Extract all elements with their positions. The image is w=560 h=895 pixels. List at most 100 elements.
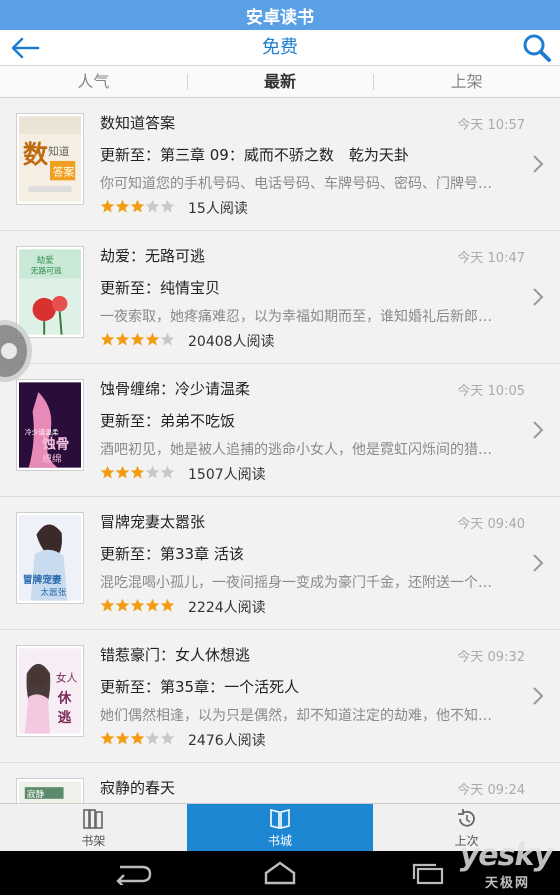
chevron-right-icon <box>533 155 544 173</box>
star-filled-icon <box>115 598 130 612</box>
tab-popular[interactable]: 人气 <box>0 66 187 97</box>
star-filled-icon <box>100 598 115 612</box>
star-empty-icon <box>145 465 160 479</box>
svg-text:冒牌宠妻: 冒牌宠妻 <box>23 573 62 586</box>
book-description: 她们偶然相逢，以为只是偶然，却不知道注定的劫难，他不知… <box>100 708 492 724</box>
app-screen: 安卓读书 免费 人气 最新 上架 数知道 答案 数知道答案 今天 10:57 更新… <box>0 0 560 895</box>
history-icon <box>457 809 475 827</box>
book-title: 寂静的春天 <box>100 779 176 797</box>
star-empty-icon <box>145 199 160 213</box>
watermark-brand: yesky <box>459 838 553 873</box>
rating-stars <box>100 731 175 747</box>
nav-label: 书城 <box>268 834 293 848</box>
app-title: 安卓读书 <box>246 7 314 28</box>
read-count: 2224人阅读 <box>188 600 266 616</box>
star-filled-icon <box>130 199 145 213</box>
book-cover: 冷少请温柔 蚀骨 缠绵 <box>16 379 84 471</box>
book-cover: 数知道答案 <box>16 113 84 205</box>
read-count: 1507人阅读 <box>188 467 266 483</box>
star-filled-icon <box>115 465 130 479</box>
book-cover: 女人休逃 <box>16 645 84 737</box>
update-time: 今天 10:57 <box>457 118 525 133</box>
bookstore-icon <box>270 808 290 830</box>
chevron-right-icon <box>533 421 544 439</box>
book-cover: 冒牌宠妻 太嚣张 <box>16 512 84 604</box>
star-filled-icon <box>130 598 145 612</box>
tab-bar: 人气 最新 上架 <box>0 66 560 98</box>
star-filled-icon <box>130 332 145 346</box>
latest-chapter: 更新至：第35章：一个活死人 <box>100 678 300 696</box>
tab-newly-listed[interactable]: 上架 <box>373 66 560 97</box>
book-description: 一夜索取，她疼痛难忍，以为幸福如期而至，谁知婚礼后新郎… <box>100 309 492 325</box>
chevron-right-icon <box>533 687 544 705</box>
latest-chapter: 更新至：第三章 09：威而不骄之数 乾为天卦 <box>100 146 409 164</box>
system-home-icon[interactable] <box>262 861 298 885</box>
nav-label: 书架 <box>81 834 106 848</box>
book-title: 错惹豪门：女人休想逃 <box>100 646 251 664</box>
svg-text:知道: 知道 <box>48 145 70 158</box>
svg-text:数: 数 <box>23 139 49 169</box>
svg-text:女人: 女人 <box>56 671 78 684</box>
book-description: 酒吧初见，她是被人追捕的逃命小女人，他是霓虹闪烁间的猎… <box>100 442 492 458</box>
star-filled-icon <box>115 332 130 346</box>
read-count: 20408人阅读 <box>188 334 275 350</box>
nav-bookshelf[interactable]: 书架 <box>0 804 187 851</box>
update-time: 今天 10:05 <box>457 384 525 399</box>
star-filled-icon <box>115 199 130 213</box>
search-icon[interactable] <box>520 32 552 64</box>
star-empty-icon <box>160 465 175 479</box>
read-count: 2476人阅读 <box>188 733 266 749</box>
star-filled-icon <box>145 332 160 346</box>
star-filled-icon <box>100 332 115 346</box>
book-title: 数知道答案 <box>100 114 176 132</box>
svg-text:劫爱: 劫爱 <box>36 254 54 266</box>
star-empty-icon <box>160 332 175 346</box>
star-filled-icon <box>145 598 160 612</box>
star-filled-icon <box>160 598 175 612</box>
bookshelf-icon <box>83 809 104 829</box>
star-empty-icon <box>160 199 175 213</box>
watermark-logo: yesky 天极网 <box>459 838 553 891</box>
book-list[interactable]: 数知道 答案 数知道答案 今天 10:57 更新至：第三章 09：威而不骄之数 乾… <box>0 98 560 803</box>
chevron-right-icon <box>533 288 544 306</box>
system-back-icon[interactable] <box>110 861 154 885</box>
update-time: 今天 09:24 <box>457 783 525 798</box>
book-title: 劫爱：无路可逃 <box>100 247 206 265</box>
star-filled-icon <box>115 731 130 745</box>
book-cover: 寂静 <box>16 778 84 803</box>
book-list-item[interactable]: 数知道 答案 数知道答案 今天 10:57 更新至：第三章 09：威而不骄之数 乾… <box>0 98 560 231</box>
update-time: 今天 09:40 <box>457 517 525 532</box>
update-time: 今天 10:47 <box>457 251 525 266</box>
tab-newest[interactable]: 最新 <box>186 66 374 97</box>
book-list-item[interactable]: 冷少请温柔 蚀骨 缠绵 蚀骨缠绵：冷少请温柔 今天 10:05 更新至：弟弟不吃饭 … <box>0 364 560 497</box>
book-description: 你可知道您的手机号码、电话号码、车牌号码、密码、门牌号… <box>100 176 492 192</box>
book-list-item[interactable]: 冒牌宠妻 太嚣张 冒牌宠妻太嚣张 今天 09:40 更新至：第33章 活该 混吃混… <box>0 497 560 630</box>
nav-bookstore[interactable]: 书城 <box>186 804 374 851</box>
latest-chapter: 更新至：纯情宝贝 <box>100 279 221 297</box>
svg-text:逃: 逃 <box>58 709 72 726</box>
latest-chapter: 更新至：弟弟不吃饭 <box>100 412 236 430</box>
book-title: 蚀骨缠绵：冷少请温柔 <box>100 380 251 398</box>
book-list-item[interactable]: 寂静 寂静的春天 今天 09:24 <box>0 763 560 803</box>
book-list-item[interactable]: 劫爱 无路可逃 劫爱：无路可逃 今天 10:47 更新至：纯情宝贝 一夜索取，她疼… <box>0 231 560 364</box>
book-list-item[interactable]: 女人休逃 错惹豪门：女人休想逃 今天 09:32 更新至：第35章：一个活死人 … <box>0 630 560 763</box>
star-empty-icon <box>160 731 175 745</box>
svg-text:无路可逃: 无路可逃 <box>31 266 62 276</box>
star-empty-icon <box>145 731 160 745</box>
page-title: 免费 <box>262 37 298 58</box>
chevron-right-icon <box>533 554 544 572</box>
star-filled-icon <box>100 465 115 479</box>
rating-stars <box>100 598 175 614</box>
svg-text:答案: 答案 <box>53 165 75 178</box>
header: 免费 <box>0 30 560 66</box>
rating-stars <box>100 332 175 348</box>
latest-chapter: 更新至：第33章 活该 <box>100 545 244 563</box>
rating-stars <box>100 465 175 481</box>
book-cover: 劫爱 无路可逃 <box>16 246 84 338</box>
watermark-sub: 天极网 <box>484 876 530 891</box>
svg-text:休: 休 <box>57 690 72 707</box>
system-recents-icon[interactable] <box>410 861 446 885</box>
svg-text:太嚣张: 太嚣张 <box>40 586 66 598</box>
book-title: 冒牌宠妻太嚣张 <box>100 513 206 531</box>
update-time: 今天 09:32 <box>457 650 525 665</box>
